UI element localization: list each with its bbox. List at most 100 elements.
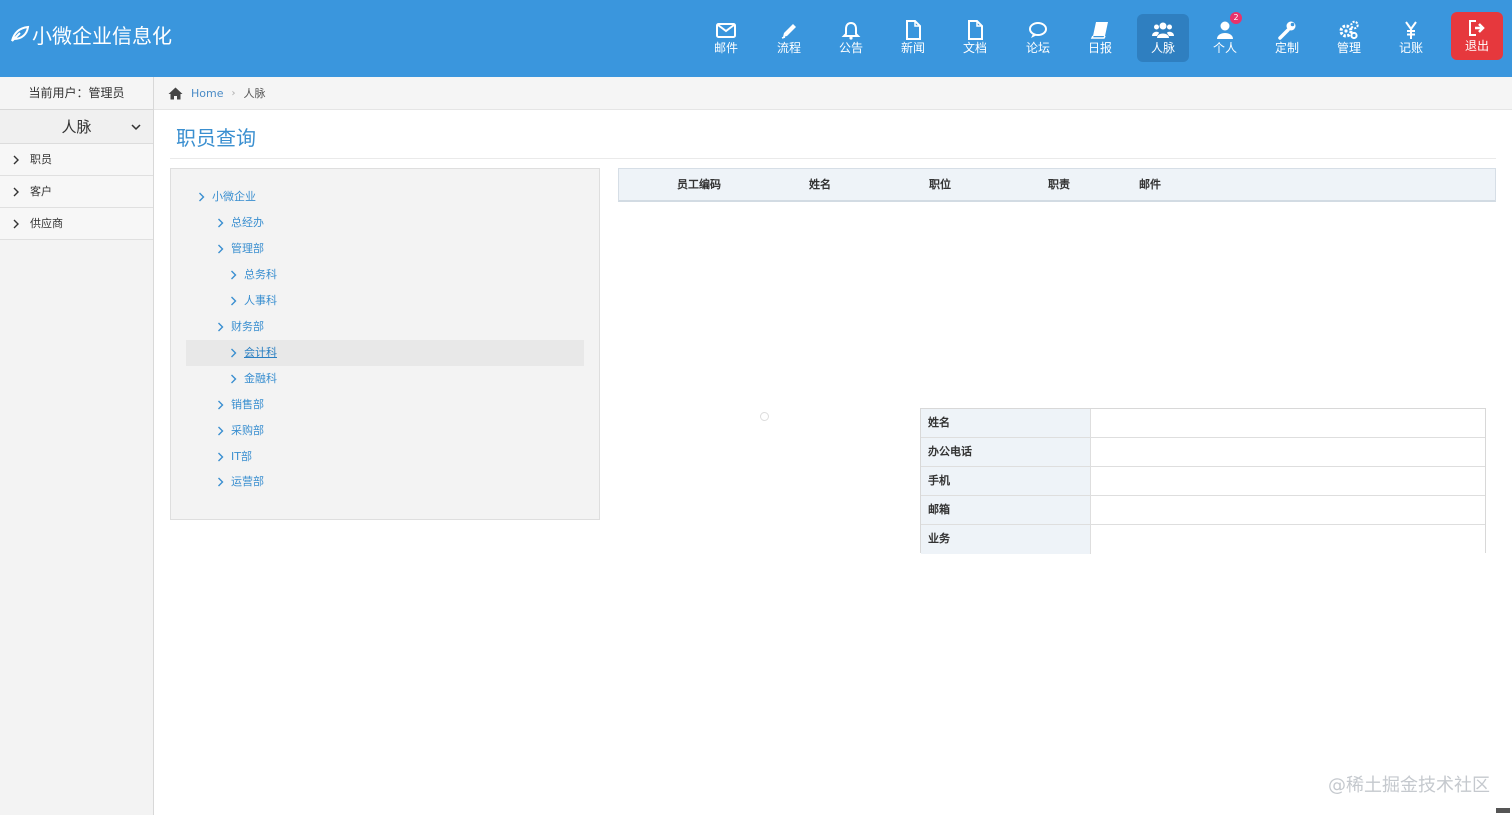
- wrench-icon: [1278, 21, 1296, 40]
- tree-node[interactable]: 财务部: [217, 314, 264, 340]
- nav-account[interactable]: 记账: [1385, 14, 1437, 62]
- employee-table-header: 员工编码 姓名 职位 职责 邮件: [618, 168, 1496, 202]
- nav-daily[interactable]: 日报: [1074, 14, 1126, 62]
- divider: [170, 158, 1496, 159]
- chevron-down-icon: [131, 124, 141, 131]
- detail-label: 手机: [921, 467, 1091, 495]
- brand[interactable]: 小微企业信息化: [10, 20, 172, 48]
- chevron-right-icon: [218, 218, 224, 228]
- nav-forum[interactable]: 论坛: [1012, 14, 1064, 62]
- chevron-right-icon: [218, 426, 224, 436]
- sidebar-item-suppliers[interactable]: 供应商: [0, 208, 153, 240]
- tree-node-label: 销售部: [231, 398, 264, 411]
- nav-notice[interactable]: 公告: [825, 14, 877, 62]
- current-user-label: 当前用户：管理员: [0, 77, 153, 110]
- sidebar-section-header[interactable]: 人脉: [0, 110, 153, 144]
- nav-mail[interactable]: 邮件: [700, 14, 752, 62]
- detail-value: [1091, 467, 1485, 495]
- chevron-right-icon: [231, 374, 237, 384]
- nav-manage[interactable]: 管理: [1323, 14, 1375, 62]
- detail-label: 姓名: [921, 409, 1091, 437]
- tree-node[interactable]: 运营部: [217, 469, 264, 495]
- tree-node-selected[interactable]: 会计科: [230, 340, 277, 366]
- tree-node[interactable]: 金融科: [230, 366, 277, 392]
- chevron-right-icon: [218, 477, 224, 487]
- employee-detail-table: 姓名 办公电话 手机 邮箱 业务: [920, 408, 1486, 554]
- leaf-icon: [11, 25, 30, 42]
- tree-node-label: 人事科: [244, 294, 277, 307]
- chevron-right-icon: [13, 219, 19, 228]
- nav-label: 公告: [838, 41, 863, 55]
- yen-icon: [1405, 21, 1417, 39]
- envelope-icon: [716, 23, 736, 38]
- sidebar-item-label: 职员: [30, 152, 52, 166]
- detail-row: 手机: [921, 467, 1485, 496]
- detail-row: 姓名: [921, 409, 1485, 438]
- tree-node[interactable]: 人事科: [230, 288, 277, 314]
- tree-node-label: 运营部: [231, 475, 264, 488]
- detail-value: [1091, 409, 1485, 437]
- notification-badge: 2: [1230, 12, 1242, 24]
- top-navbar: 小微企业信息化 邮件 流程 公告 新闻 文档 论坛 日报 人脉 个人 2 定制 …: [0, 0, 1512, 77]
- tree-node[interactable]: 销售部: [217, 392, 264, 418]
- nav-label: 论坛: [1025, 41, 1050, 55]
- nav-news[interactable]: 新闻: [887, 14, 939, 62]
- tree-node-label: 总务科: [244, 268, 277, 281]
- detail-label: 邮箱: [921, 496, 1091, 524]
- breadcrumb-home-link[interactable]: Home: [191, 87, 223, 100]
- detail-row: 邮箱: [921, 496, 1485, 525]
- sidebar-item-customers[interactable]: 客户: [0, 176, 153, 208]
- home-icon: [168, 87, 183, 99]
- breadcrumb-separator: ›: [231, 87, 236, 99]
- sidebar: 当前用户：管理员 人脉 职员 客户 供应商: [0, 77, 154, 815]
- tree-node[interactable]: 总务科: [230, 262, 277, 288]
- sidebar-section-title: 人脉: [61, 118, 92, 136]
- detail-value: [1091, 496, 1485, 524]
- nav-label: 流程: [776, 41, 801, 55]
- comments-icon: [1029, 22, 1047, 38]
- nav-label: 个人: [1212, 41, 1237, 55]
- tree-node[interactable]: 管理部: [217, 236, 264, 262]
- sidebar-item-label: 供应商: [30, 216, 63, 230]
- bell-icon: [841, 21, 861, 40]
- tree-node[interactable]: 总经办: [217, 210, 264, 236]
- chevron-right-icon: [218, 452, 224, 462]
- column-header-duty[interactable]: 职责: [1048, 169, 1070, 201]
- tree-node-label: 财务部: [231, 320, 264, 333]
- nav-contacts[interactable]: 人脉: [1137, 14, 1189, 62]
- nav-personal[interactable]: 个人 2: [1199, 12, 1251, 62]
- file-icon: [906, 20, 921, 40]
- logout-button[interactable]: 退出: [1451, 12, 1503, 60]
- corner-handle: [1496, 808, 1510, 813]
- nav-custom[interactable]: 定制: [1261, 14, 1313, 62]
- tree-node-label: 小微企业: [212, 190, 256, 203]
- column-header-name[interactable]: 姓名: [809, 169, 831, 201]
- tree-node[interactable]: IT部: [217, 444, 252, 470]
- chevron-right-icon: [13, 187, 19, 196]
- chevron-right-icon: [231, 348, 237, 358]
- page-title: 职员查询: [176, 126, 256, 150]
- nav-docs[interactable]: 文档: [949, 14, 1001, 62]
- tree-node-label: 管理部: [231, 242, 264, 255]
- tree-node-label: 金融科: [244, 372, 277, 385]
- nav-flow[interactable]: 流程: [763, 14, 815, 62]
- tree-node[interactable]: 小微企业: [198, 184, 256, 210]
- nav-label: 新闻: [900, 41, 925, 55]
- nav-label: 人脉: [1150, 41, 1175, 55]
- tree-node-label: IT部: [231, 450, 252, 463]
- nav-label: 邮件: [713, 41, 738, 55]
- chevron-right-icon: [231, 296, 237, 306]
- sidebar-item-label: 客户: [30, 184, 52, 198]
- column-header-employee-code[interactable]: 员工编码: [677, 169, 721, 201]
- sidebar-item-employees[interactable]: 职员: [0, 144, 153, 176]
- detail-label: 业务: [921, 525, 1091, 554]
- nav-label: 日报: [1087, 41, 1112, 55]
- tree-node-label: 采购部: [231, 424, 264, 437]
- chevron-right-icon: [199, 192, 205, 202]
- breadcrumb-current: 人脉: [243, 87, 266, 100]
- pencil-icon: [781, 24, 796, 39]
- column-header-email[interactable]: 邮件: [1139, 169, 1161, 201]
- column-header-position[interactable]: 职位: [929, 169, 951, 201]
- tree-node[interactable]: 采购部: [217, 418, 264, 444]
- tree-node-label: 会计科: [244, 346, 277, 359]
